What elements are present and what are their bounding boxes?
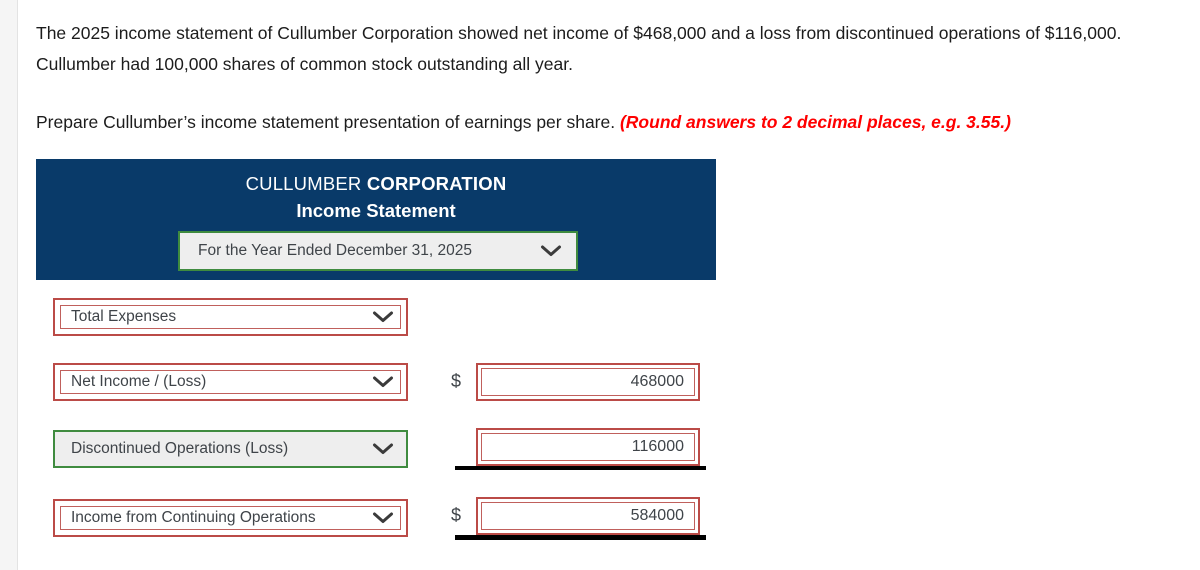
currency-symbol-row-4: $	[451, 505, 462, 525]
line-item-select-3[interactable]: Discontinued Operations (Loss)	[53, 430, 408, 468]
period-select[interactable]: For the Year Ended December 31, 2025	[178, 231, 578, 271]
currency-symbol-row-2: $	[451, 371, 462, 391]
chevron-down-icon	[373, 376, 393, 387]
company-name-bold: CORPORATION	[366, 173, 507, 194]
chevron-down-icon	[541, 245, 561, 256]
company-name-light: CULLUMBER	[245, 173, 367, 194]
question-paragraph-1: The 2025 income statement of Cullumber C…	[36, 23, 1122, 74]
line-item-label-3: Discontinued Operations (Loss)	[71, 440, 289, 457]
statement-title: Income Statement	[296, 200, 456, 221]
company-name: CULLUMBER CORPORATION	[36, 171, 716, 197]
line-item-select-1[interactable]: Total Expenses	[53, 298, 408, 336]
chevron-down-icon	[373, 512, 393, 523]
amount-input-row-4[interactable]: 584000	[476, 497, 700, 535]
rounding-note: (Round answers to 2 decimal places, e.g.…	[619, 112, 1011, 132]
line-item-label-2: Net Income / (Loss)	[71, 373, 207, 390]
line-item-select-2[interactable]: Net Income / (Loss)	[53, 363, 408, 401]
chevron-down-icon	[373, 311, 393, 322]
chevron-down-icon	[373, 443, 393, 454]
question-instruction-text: Prepare Cullumber’s income statement pre…	[36, 112, 620, 132]
line-item-label-1: Total Expenses	[71, 308, 177, 325]
subtotal-rule	[455, 466, 706, 470]
total-rule	[455, 535, 706, 540]
period-select-value: For the Year Ended December 31, 2025	[198, 242, 473, 259]
page-left-gutter	[0, 0, 18, 570]
worksheet-page: The 2025 income statement of Cullumber C…	[0, 0, 1200, 570]
amount-input-row-2[interactable]: 468000	[476, 363, 700, 401]
question-paragraph-2: Prepare Cullumber’s income statement pre…	[36, 107, 1176, 138]
amount-input-row-3[interactable]: 116000	[476, 428, 700, 466]
statement-header-banner: CULLUMBER CORPORATION Income Statement F…	[36, 159, 716, 280]
line-item-select-4[interactable]: Income from Continuing Operations	[53, 499, 408, 537]
question-prose: The 2025 income statement of Cullumber C…	[36, 18, 1176, 138]
line-item-label-4: Income from Continuing Operations	[71, 509, 316, 526]
